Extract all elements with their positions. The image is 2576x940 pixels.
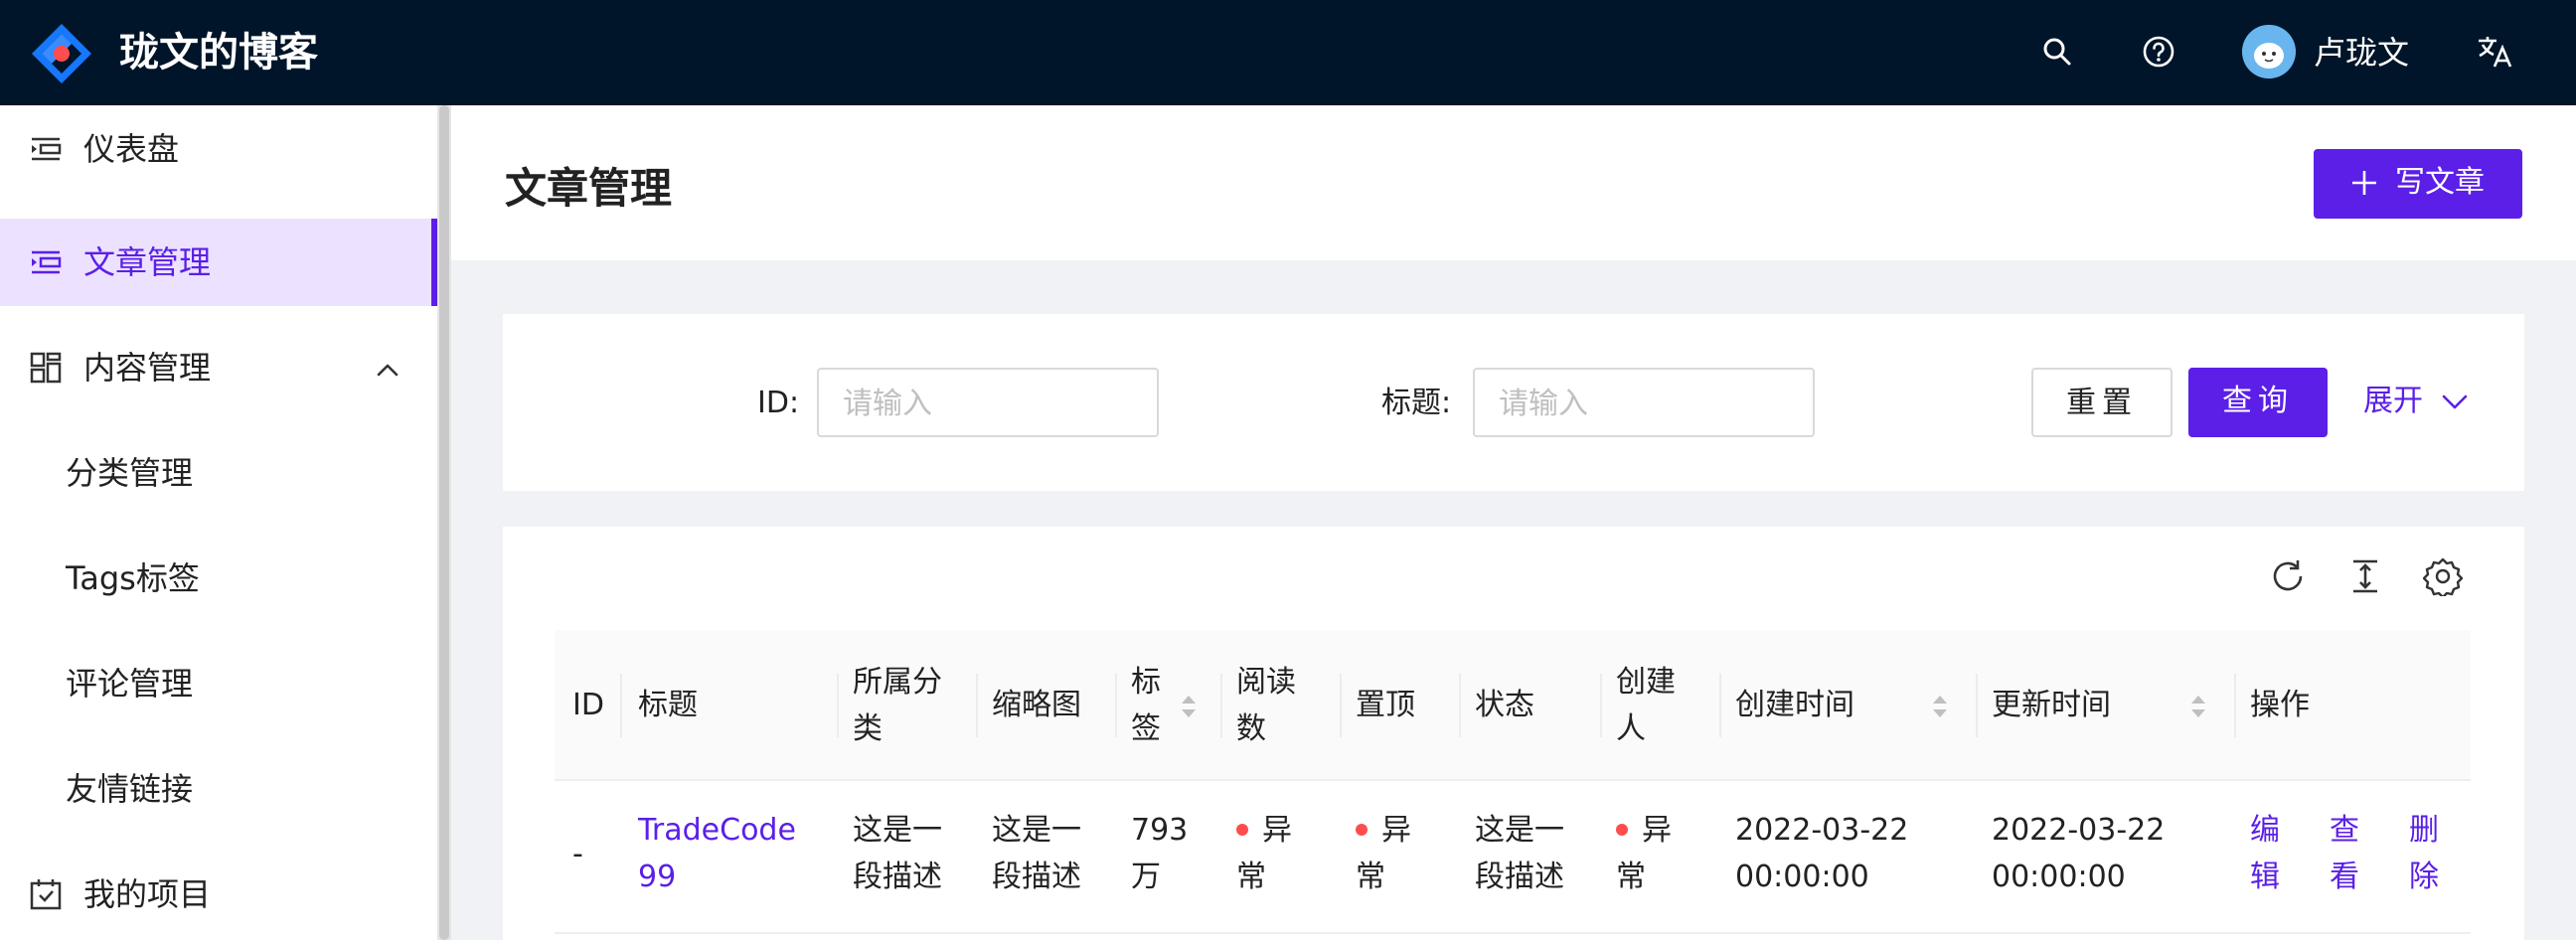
column-divider — [1340, 674, 1342, 737]
cell-updated: 2022-03-22 00:00:00 — [1992, 813, 2166, 894]
write-article-label: 写文章 — [2395, 165, 2485, 200]
status-dot — [1616, 824, 1628, 836]
id-field[interactable] — [817, 368, 1159, 437]
page-title: 文章管理 — [505, 164, 673, 213]
title-field[interactable] — [1473, 368, 1815, 437]
plus-icon — [2352, 171, 2376, 195]
user-name[interactable]: 卢珑文 — [2314, 32, 2409, 74]
density-icon[interactable] — [2345, 556, 2385, 596]
chevron-up-icon[interactable] — [372, 354, 403, 386]
page-header: 文章管理 写文章 — [451, 105, 2576, 260]
sidebar-item-projects[interactable]: 我的项目 — [0, 851, 437, 938]
cell-category: 这是一 段描述 — [853, 813, 942, 894]
column-header-reads: 阅读数 — [1236, 665, 1296, 746]
column-divider — [976, 674, 978, 737]
column-divider — [2234, 674, 2236, 737]
avatar[interactable] — [2242, 25, 2296, 78]
column-header-title: 标题 — [638, 688, 698, 722]
column-divider — [1719, 674, 1721, 737]
cell-thumbnail: 这是一 段描述 — [992, 813, 1081, 894]
sidebar-item-label: 我的项目 — [83, 875, 212, 913]
sidebar-item-tags[interactable]: Tags标签 — [0, 535, 437, 622]
table-row: - TradeCode 99 这是一 段描述 这是一 段描述 793 万 异常 异常 这… — [555, 781, 2471, 934]
cell-tags: 793 万 — [1131, 813, 1189, 894]
column-divider — [1459, 674, 1461, 737]
top-bar: 珑文的博客 卢珑文 — [0, 0, 2576, 105]
reset-label: 重置 — [2066, 386, 2138, 420]
search-form: ID: 标题: 重置 查询 展开 — [503, 314, 2524, 491]
column-header-creator: 创建人 — [1616, 665, 1676, 746]
help-icon[interactable] — [2139, 32, 2178, 72]
status-dot — [1356, 824, 1368, 836]
avatar-image — [2242, 25, 2296, 78]
cell-created: 2022-03-22 00:00:00 — [1735, 813, 1909, 894]
sort-icon[interactable] — [1179, 690, 1199, 723]
column-header-pinned: 置顶 — [1356, 688, 1415, 722]
translate-icon[interactable] — [2475, 32, 2514, 72]
column-header-actions: 操作 — [2250, 688, 2310, 722]
reset-button[interactable]: 重置 — [2031, 368, 2173, 437]
cell-creator: 异常 — [1616, 813, 1672, 894]
write-article-button[interactable]: 写文章 — [2314, 149, 2522, 219]
cell-pinned: 异常 — [1356, 813, 1411, 894]
content-icon — [30, 352, 62, 384]
table-card: ID 标题 所属分类 缩略图 标签 阅读数 置顶 状态 创建人 创建时间 更新时… — [503, 527, 2524, 940]
settings-icon[interactable] — [2423, 556, 2463, 596]
dashboard-icon — [32, 137, 62, 161]
column-header-thumbnail: 缩略图 — [992, 688, 1081, 722]
column-divider — [1600, 674, 1602, 737]
title-label: 标题: — [1381, 386, 1452, 420]
edit-link[interactable]: 编辑 — [2250, 807, 2280, 900]
reload-icon[interactable] — [2268, 556, 2308, 596]
sidebar-item-links[interactable]: 友情链接 — [0, 745, 437, 833]
scrollbar-thumb[interactable] — [439, 105, 449, 940]
column-divider — [837, 674, 839, 737]
status-dot — [1236, 824, 1248, 836]
sort-icon[interactable] — [2188, 690, 2208, 723]
cell-status: 这是一 段描述 — [1475, 813, 1564, 894]
search-icon[interactable] — [2037, 32, 2077, 72]
sidebar-item-label: 评论管理 — [66, 665, 194, 703]
sidebar: 仪表盘 文章管理 内容管理 分类管理 Tags标签 评论管理 友情链接 我的项目 — [0, 105, 437, 940]
project-icon — [30, 879, 62, 910]
id-input[interactable] — [843, 384, 1141, 423]
column-header-updated[interactable]: 更新时间 — [1992, 630, 2111, 781]
sidebar-item-label: 仪表盘 — [83, 130, 180, 168]
column-divider — [1220, 674, 1222, 737]
sidebar-item-label: Tags标签 — [66, 559, 200, 597]
sidebar-item-articles[interactable]: 文章管理 — [0, 219, 437, 306]
column-header-category: 所属分类 — [853, 665, 942, 746]
id-label: ID: — [757, 386, 800, 420]
sidebar-item-label: 友情链接 — [66, 770, 194, 808]
table-header: ID 标题 所属分类 缩略图 标签 阅读数 置顶 状态 创建人 创建时间 更新时… — [555, 630, 2471, 781]
column-header-id: ID — [572, 688, 604, 722]
column-divider — [1115, 674, 1117, 737]
logo-icon — [32, 24, 91, 83]
query-label: 查询 — [2222, 384, 2294, 418]
column-divider — [1976, 674, 1978, 737]
query-button[interactable]: 查询 — [2188, 368, 2328, 437]
site-title[interactable]: 珑文的博客 — [119, 26, 318, 79]
sidebar-item-label: 内容管理 — [83, 349, 212, 387]
cell-title-link[interactable]: TradeCode 99 — [638, 807, 796, 900]
sidebar-item-categories[interactable]: 分类管理 — [0, 429, 437, 517]
column-header-created[interactable]: 创建时间 — [1735, 630, 1854, 781]
view-link[interactable]: 查看 — [2330, 807, 2359, 900]
sidebar-scrollbar[interactable] — [437, 105, 451, 940]
cell-reads: 异常 — [1236, 813, 1292, 894]
sidebar-item-comments[interactable]: 评论管理 — [0, 640, 437, 727]
delete-link[interactable]: 删除 — [2409, 807, 2439, 900]
column-header-status: 状态 — [1475, 688, 1534, 722]
cell-id: - — [572, 837, 583, 871]
column-header-tags[interactable]: 标签 — [1131, 630, 1161, 781]
sidebar-item-label: 分类管理 — [66, 454, 194, 492]
sidebar-item-dashboard[interactable]: 仪表盘 — [0, 105, 437, 193]
title-input[interactable] — [1499, 384, 1797, 423]
expand-link[interactable]: 展开 — [2363, 382, 2423, 421]
column-divider — [620, 674, 622, 737]
sidebar-item-label: 文章管理 — [83, 243, 212, 281]
article-icon — [32, 250, 62, 274]
chevron-down-icon[interactable] — [2439, 386, 2471, 417]
sort-icon[interactable] — [1930, 690, 1950, 723]
